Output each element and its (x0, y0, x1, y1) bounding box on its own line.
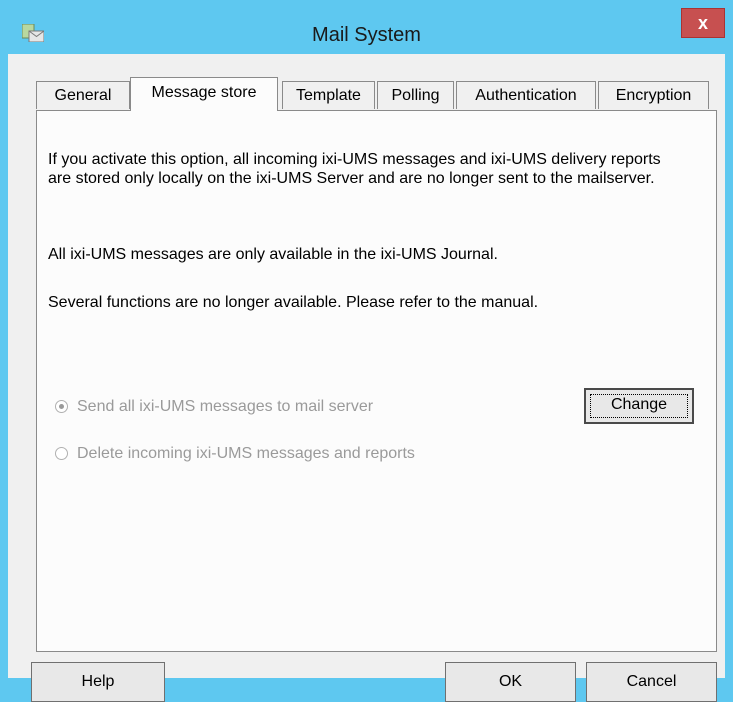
radio-button-icon (55, 400, 68, 413)
close-icon: x (697, 13, 708, 33)
description-functions: Several functions are no longer availabl… (48, 294, 539, 311)
change-button[interactable]: Change (584, 388, 694, 424)
help-button[interactable]: Help (31, 662, 165, 702)
description-journal: All ixi-UMS messages are only available … (48, 246, 498, 263)
tab-encryption[interactable]: Encryption (598, 81, 709, 109)
tab-polling[interactable]: Polling (377, 81, 454, 109)
dialog-client-area: General Message store Template Polling A… (8, 54, 725, 702)
window-title: Mail System (312, 24, 421, 46)
cancel-button[interactable]: Cancel (586, 662, 717, 702)
focus-rectangle (590, 394, 688, 418)
mail-system-window: Mail System x General Message store Temp… (0, 0, 733, 702)
tab-message-store[interactable]: Message store (130, 77, 278, 111)
radio-label: Delete incoming ixi-UMS messages and rep… (77, 445, 415, 462)
tab-general[interactable]: General (36, 81, 130, 109)
radio-label: Send all ixi-UMS messages to mail server (77, 398, 374, 415)
title-bar[interactable]: Mail System x (0, 0, 733, 54)
description-store-locally: If you activate this option, all incomin… (48, 151, 661, 187)
tab-authentication[interactable]: Authentication (456, 81, 596, 109)
radio-button-icon (55, 447, 68, 460)
ok-button[interactable]: OK (445, 662, 576, 702)
close-button[interactable]: x (681, 8, 725, 38)
tab-template[interactable]: Template (282, 81, 375, 109)
message-store-panel: If you activate this option, all incomin… (36, 110, 717, 652)
